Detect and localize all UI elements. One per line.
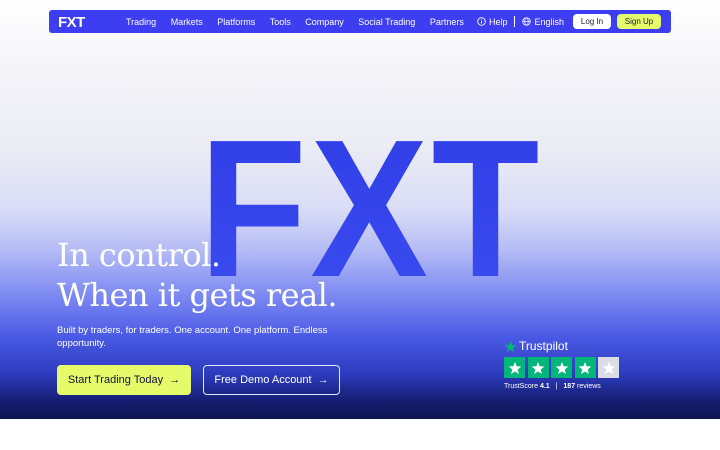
star-icon (508, 361, 521, 374)
trustpilot-score: TrustScore 4.1 | 187 reviews (504, 383, 622, 390)
free-demo-label: Free Demo Account (214, 374, 312, 386)
free-demo-button[interactable]: Free Demo Account → (203, 365, 340, 395)
nav-link-trading[interactable]: Trading (126, 17, 156, 27)
arrow-right-icon: → (317, 374, 329, 386)
trustpilot-star-2 (527, 357, 549, 378)
trustpilot-brand: Trustpilot (504, 339, 622, 353)
star-icon (555, 361, 568, 374)
nav-link-social-trading[interactable]: Social Trading (358, 17, 415, 27)
trustpilot-widget[interactable]: Trustpilot TrustScore 4.1 | 187 reviews (504, 339, 622, 390)
reviews-label: reviews (577, 383, 601, 390)
nav-utilities: Help English Log In Sign Up (477, 10, 661, 33)
reviews-count: 187 (563, 383, 576, 390)
arrow-right-icon: → (169, 374, 181, 386)
main-menu: Trading Markets Platforms Tools Company … (126, 10, 478, 33)
hero-section: FXT Trading Markets Platforms Tools Comp… (0, 0, 720, 419)
hero-subtitle: Built by traders, for traders. One accou… (57, 325, 328, 349)
nav-link-tools[interactable]: Tools (270, 17, 291, 27)
trustpilot-label: Trustpilot (519, 339, 568, 353)
score-separator: | (555, 383, 558, 390)
language-label: English (534, 16, 564, 27)
trustpilot-star-icon (504, 340, 517, 352)
headline-line-2: When it gets real. (57, 276, 338, 314)
language-selector[interactable]: English (522, 17, 564, 27)
trustpilot-star-3 (551, 357, 572, 378)
info-icon (477, 17, 486, 26)
hero-headline: In control. When it gets real. (57, 235, 338, 315)
nav-link-company[interactable]: Company (305, 17, 344, 27)
trustpilot-star-5 (598, 357, 619, 378)
start-trading-button[interactable]: Start Trading Today → (57, 365, 191, 395)
trustscore-label: TrustScore (504, 383, 538, 390)
help-link[interactable]: Help (477, 16, 508, 27)
trustpilot-star-4 (574, 357, 596, 378)
trustscore-value: 4.1 (539, 383, 550, 390)
trustpilot-rating-stars (504, 357, 622, 378)
fxt-logo[interactable]: FXT (58, 13, 92, 30)
star-icon (602, 361, 615, 374)
signup-button[interactable]: Sign Up (617, 14, 661, 29)
nav-link-platforms[interactable]: Platforms (217, 17, 255, 27)
start-trading-label: Start Trading Today (67, 374, 164, 386)
star-icon (578, 361, 592, 374)
nav-link-markets[interactable]: Markets (171, 17, 203, 27)
headline-line-1: In control. (57, 236, 221, 274)
star-icon (531, 361, 545, 374)
login-button[interactable]: Log In (573, 14, 611, 29)
top-navbar: FXT Trading Markets Platforms Tools Comp… (49, 10, 671, 33)
nav-divider (514, 16, 516, 27)
globe-icon (522, 17, 532, 26)
nav-link-partners[interactable]: Partners (430, 17, 464, 27)
help-label: Help (488, 16, 508, 27)
trustpilot-star-1 (504, 357, 525, 378)
svg-text:FXT: FXT (58, 14, 85, 30)
